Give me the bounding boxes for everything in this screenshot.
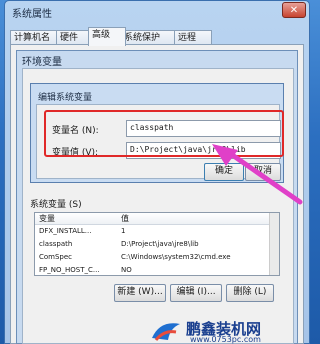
table-row-name[interactable]: classpath: [39, 239, 115, 249]
env-dialog-title: 环境变量: [22, 57, 62, 68]
tab-advanced[interactable]: 高级: [88, 27, 126, 46]
close-button[interactable]: ✕: [282, 2, 306, 18]
table-row-value[interactable]: 1: [121, 226, 271, 236]
table-row-name[interactable]: DFX_INSTALL...: [39, 226, 115, 236]
tab-computer-name[interactable]: 计算机名: [10, 30, 62, 45]
table-row-value[interactable]: C:\Windows\system32\cmd.exe: [121, 252, 271, 262]
table-row-name[interactable]: FP_NO_HOST_C...: [39, 265, 115, 275]
edit-dialog-title: 编辑系统变量: [38, 93, 93, 103]
edit-button[interactable]: 编辑 (I)...: [170, 284, 222, 302]
watermark-logo-icon: [152, 323, 180, 341]
system-vars-label: 系统变量 (S): [30, 200, 82, 210]
column-header-value[interactable]: 值: [119, 213, 279, 225]
table-row-value[interactable]: D:\Project\java\jre8\lib: [121, 239, 271, 249]
watermark: 鹏鑫装机网 www.0753pc.com: [150, 318, 314, 344]
column-header-variable[interactable]: 变量: [35, 213, 119, 225]
window-title: 系统属性: [12, 9, 52, 20]
delete-button[interactable]: 删除 (L): [226, 284, 274, 302]
tab-system-protection[interactable]: 系统保护: [120, 30, 180, 45]
table-scrollbar[interactable]: [269, 213, 279, 275]
arrow-icon: [212, 144, 303, 205]
tab-remote[interactable]: 远程: [174, 30, 212, 45]
new-button[interactable]: 新建 (W)...: [114, 284, 166, 302]
system-vars-table[interactable]: 变量 值 DFX_INSTALL... 1 classpath D:\Proje…: [34, 212, 280, 276]
watermark-url: www.0753pc.com: [190, 335, 261, 344]
table-row-name[interactable]: ComSpec: [39, 252, 115, 262]
table-row-value[interactable]: NO: [121, 265, 271, 275]
